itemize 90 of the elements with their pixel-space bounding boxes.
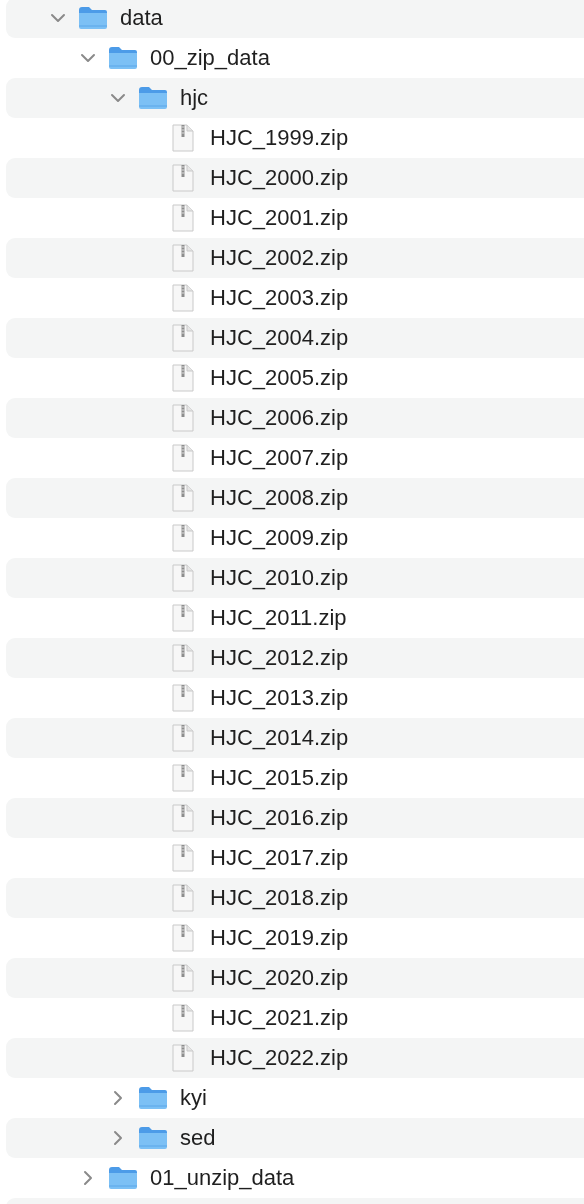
file-row[interactable]: HJC_2020.zip	[6, 958, 584, 998]
zip-file-icon	[172, 124, 194, 152]
folder-icon	[108, 46, 138, 70]
file-name: HJC_2007.zip	[210, 445, 349, 471]
zip-file-icon	[172, 964, 194, 992]
file-name: HJC_1999.zip	[210, 125, 349, 151]
zip-file-icon	[172, 564, 194, 592]
file-row[interactable]: HJC_2021.zip	[6, 998, 584, 1038]
file-row[interactable]: HJC_1999.zip	[6, 118, 584, 158]
zip-file-icon	[172, 1044, 194, 1072]
folder-icon	[138, 1086, 168, 1110]
file-row[interactable]: 00_zip_data	[6, 38, 584, 78]
zip-file-icon	[172, 164, 194, 192]
zip-file-icon	[172, 284, 194, 312]
file-name: HJC_2008.zip	[210, 485, 349, 511]
folder-icon	[108, 1166, 138, 1190]
file-name: HJC_2009.zip	[210, 525, 349, 551]
zip-file-icon	[172, 724, 194, 752]
zip-file-icon	[172, 1004, 194, 1032]
file-row[interactable]: HJC_2022.zip	[6, 1038, 584, 1078]
file-name: HJC_2002.zip	[210, 245, 349, 271]
file-name: HJC_2011.zip	[210, 605, 347, 631]
zip-file-icon	[172, 844, 194, 872]
file-row[interactable]: data	[6, 0, 584, 38]
file-name: HJC_2000.zip	[210, 165, 349, 191]
file-row[interactable]: HJC_2011.zip	[6, 598, 584, 638]
file-row[interactable]: HJC_2009.zip	[6, 518, 584, 558]
zip-file-icon	[172, 364, 194, 392]
file-row[interactable]: HJC_2013.zip	[6, 678, 584, 718]
file-name: HJC_2015.zip	[210, 765, 349, 791]
file-name: HJC_2010.zip	[210, 565, 349, 591]
zip-file-icon	[172, 924, 194, 952]
file-name: HJC_2016.zip	[210, 805, 349, 831]
zip-file-icon	[172, 404, 194, 432]
file-name: HJC_2019.zip	[210, 925, 349, 951]
zip-file-icon	[172, 204, 194, 232]
file-name: HJC_2004.zip	[210, 325, 349, 351]
file-row[interactable]: HJC_2008.zip	[6, 478, 584, 518]
file-row[interactable]: HJC_2006.zip	[6, 398, 584, 438]
file-row[interactable]: HJC_2005.zip	[6, 358, 584, 398]
file-row[interactable]: HJC_2019.zip	[6, 918, 584, 958]
file-name: HJC_2006.zip	[210, 405, 349, 431]
file-row[interactable]: HJC_2016.zip	[6, 798, 584, 838]
file-row[interactable]: hjc	[6, 78, 584, 118]
file-name: HJC_2012.zip	[210, 645, 349, 671]
zip-file-icon	[172, 244, 194, 272]
file-row[interactable]: HJC_2015.zip	[6, 758, 584, 798]
zip-file-icon	[172, 884, 194, 912]
file-name: HJC_2018.zip	[210, 885, 349, 911]
zip-file-icon	[172, 324, 194, 352]
file-row[interactable]: sed	[6, 1118, 584, 1158]
file-row[interactable]: HJC_2000.zip	[6, 158, 584, 198]
folder-name: data	[120, 5, 163, 31]
file-row[interactable]: HJC_2012.zip	[6, 638, 584, 678]
file-name: HJC_2021.zip	[210, 1005, 349, 1031]
folder-name: 01_unzip_data	[150, 1165, 295, 1191]
file-row[interactable]: kyi	[6, 1078, 584, 1118]
zip-file-icon	[172, 484, 194, 512]
folder-icon	[138, 86, 168, 110]
file-row[interactable]: HJC_2002.zip	[6, 238, 584, 278]
zip-file-icon	[172, 444, 194, 472]
file-name: HJC_2013.zip	[210, 685, 349, 711]
file-row[interactable]: HJC_2007.zip	[6, 438, 584, 478]
file-name: HJC_2001.zip	[210, 205, 349, 231]
file-row[interactable]: 01_unzip_data	[6, 1158, 584, 1198]
zip-file-icon	[172, 644, 194, 672]
zip-file-icon	[172, 804, 194, 832]
file-row[interactable]: HJC_2004.zip	[6, 318, 584, 358]
file-row[interactable]: HJC_2017.zip	[6, 838, 584, 878]
file-name: HJC_2003.zip	[210, 285, 349, 311]
zip-file-icon	[172, 764, 194, 792]
folder-name: kyi	[180, 1085, 207, 1111]
file-row[interactable]: HJC_2003.zip	[6, 278, 584, 318]
folder-name: hjc	[180, 85, 209, 111]
folder-name: sed	[180, 1125, 216, 1151]
file-row[interactable]: HJC_2010.zip	[6, 558, 584, 598]
file-name: HJC_2020.zip	[210, 965, 349, 991]
file-name: HJC_2022.zip	[210, 1045, 349, 1071]
file-name: HJC_2014.zip	[210, 725, 349, 751]
folder-name: 00_zip_data	[150, 45, 270, 71]
zip-file-icon	[172, 604, 194, 632]
file-row[interactable]: HJC_2014.zip	[6, 718, 584, 758]
folder-icon	[138, 1126, 168, 1150]
zip-file-icon	[172, 684, 194, 712]
file-row[interactable]: HJC_2018.zip	[6, 878, 584, 918]
file-row[interactable]: HJC_2001.zip	[6, 198, 584, 238]
folder-icon	[78, 6, 108, 30]
file-name: HJC_2005.zip	[210, 365, 349, 391]
zip-file-icon	[172, 524, 194, 552]
file-name: HJC_2017.zip	[210, 845, 349, 871]
